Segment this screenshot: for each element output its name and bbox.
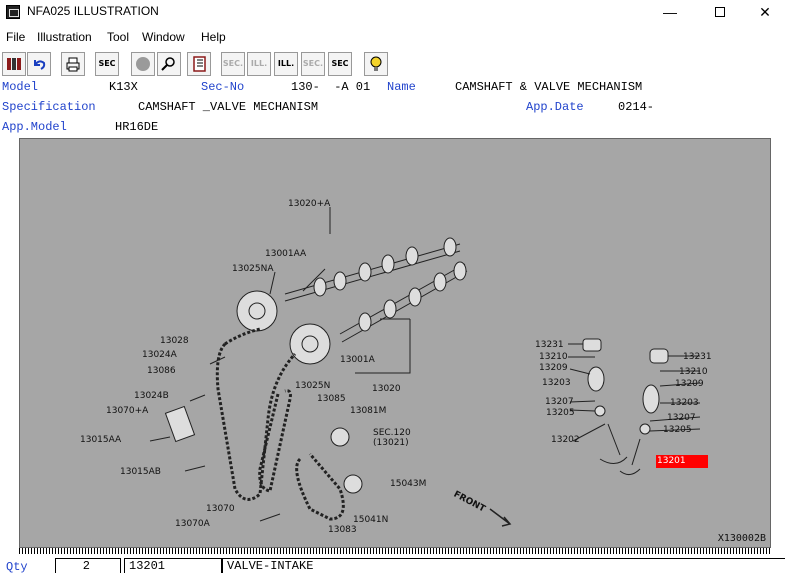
label-13209-left[interactable]: 13209	[539, 363, 568, 373]
label-13025N[interactable]: 13025N	[295, 381, 330, 391]
label-13024A[interactable]: 13024A	[142, 350, 177, 360]
label-13205-left[interactable]: 13205	[546, 408, 575, 418]
prev-section-button[interactable]: SEC.	[221, 52, 245, 76]
label-13001A[interactable]: 13001A	[340, 355, 375, 365]
label-13207-right[interactable]: 13207	[667, 413, 696, 423]
next-section-button[interactable]: SEC.	[301, 52, 325, 76]
label-13201-selected[interactable]: 13201	[656, 455, 708, 468]
section-button[interactable]: SEC	[95, 52, 119, 76]
label-13028[interactable]: 13028	[160, 336, 189, 346]
parts-book-button[interactable]	[2, 52, 26, 76]
appdate-value: 0214-	[618, 100, 655, 114]
label-13231-right[interactable]: 13231	[683, 352, 712, 362]
spec-value: CAMSHAFT _VALVE MECHANISM	[138, 100, 319, 114]
label-13021: (13021)	[373, 438, 409, 448]
maximize-button[interactable]	[697, 0, 743, 24]
menu-tool[interactable]: Tool	[107, 30, 129, 44]
prev-illustration-button[interactable]: ILL.	[247, 52, 271, 76]
panel-divider[interactable]	[19, 548, 771, 554]
toolbar: SEC SEC. ILL. ILL. SEC. SEC	[0, 50, 785, 78]
menu-file[interactable]: File	[6, 30, 25, 44]
label-13202[interactable]: 13202	[551, 435, 580, 445]
part-number-field[interactable]: 13201	[124, 558, 222, 573]
undo-button[interactable]	[27, 52, 51, 76]
hint-button[interactable]	[364, 52, 388, 76]
magnifier-icon	[161, 57, 175, 71]
label-13015AB[interactable]: 13015AB	[120, 467, 161, 477]
label-13209-right[interactable]: 13209	[675, 379, 704, 389]
part-name-field[interactable]: VALVE-INTAKE	[222, 558, 785, 573]
label-13025NA[interactable]: 13025NA	[232, 264, 274, 274]
minimize-button[interactable]: —	[647, 0, 693, 24]
index-button[interactable]	[187, 52, 211, 76]
label-sec120[interactable]: SEC.120	[373, 428, 411, 438]
appmodel-label: App.Model	[2, 120, 67, 134]
menu-illustration[interactable]: Illustration	[37, 30, 92, 44]
search-button[interactable]	[157, 52, 181, 76]
label-13086[interactable]: 13086	[147, 366, 176, 376]
printer-icon	[66, 57, 80, 72]
label-13203-right[interactable]: 13203	[670, 398, 699, 408]
menu-help[interactable]: Help	[201, 30, 226, 44]
model-value: K13X	[109, 80, 138, 94]
circle-icon	[136, 57, 150, 71]
maximize-icon	[715, 7, 725, 17]
section-jump-button[interactable]: SEC	[328, 52, 352, 76]
app-icon	[6, 5, 20, 19]
qty-field[interactable]: 2	[55, 558, 121, 573]
name-value: CAMSHAFT & VALVE MECHANISM	[455, 80, 643, 94]
secno-label: Sec-No	[201, 80, 245, 94]
next-illustration-button[interactable]: ILL.	[274, 52, 298, 76]
book-icon	[193, 56, 206, 72]
title-bar: NFA025 ILLUSTRATION — ✕	[0, 0, 785, 24]
label-13020A[interactable]: 13020+A	[288, 199, 330, 209]
label-13001AA[interactable]: 13001AA	[265, 249, 306, 259]
menu-window[interactable]: Window	[142, 30, 185, 44]
label-13070A[interactable]: 13070+A	[106, 406, 148, 416]
label-13203-left[interactable]: 13203	[542, 378, 571, 388]
undo-icon	[34, 60, 46, 70]
appmodel-value: HR16DE	[115, 120, 159, 134]
spec-label: Specification	[2, 100, 96, 114]
label-13024B[interactable]: 13024B	[134, 391, 169, 401]
close-button[interactable]: ✕	[742, 0, 785, 24]
label-13020[interactable]: 13020	[372, 384, 401, 394]
print-button[interactable]	[61, 52, 85, 76]
label-13210-left[interactable]: 13210	[539, 352, 568, 362]
secno-value: 130- -A 01	[291, 80, 371, 94]
label-13070A-bottom[interactable]: 13070A	[175, 519, 210, 529]
label-13207-left[interactable]: 13207	[545, 397, 574, 407]
label-13015AA[interactable]: 13015AA	[80, 435, 121, 445]
name-label: Name	[387, 80, 416, 94]
label-13205-right[interactable]: 13205	[663, 425, 692, 435]
window-title: NFA025 ILLUSTRATION	[27, 4, 159, 18]
menu-bar: File Illustration Tool Window Help	[0, 27, 785, 45]
label-13210-right[interactable]: 13210	[679, 367, 708, 377]
label-13231-left[interactable]: 13231	[535, 340, 564, 350]
books-icon	[7, 58, 21, 70]
label-13085[interactable]: 13085	[317, 394, 346, 404]
qty-label: Qty	[6, 560, 28, 573]
record-button[interactable]	[131, 52, 155, 76]
illustration-code: X130002B	[717, 533, 766, 544]
appdate-label: App.Date	[526, 100, 584, 114]
label-13070[interactable]: 13070	[206, 504, 235, 514]
label-15043M[interactable]: 15043M	[390, 479, 426, 489]
model-label: Model	[2, 80, 39, 94]
label-13081M[interactable]: 13081M	[350, 406, 386, 416]
label-15041N[interactable]: 15041N	[353, 515, 388, 525]
label-13083[interactable]: 13083	[328, 525, 357, 535]
lightbulb-icon	[370, 56, 382, 71]
illustration-panel[interactable]: 13020+A 13001AA 13025NA 13028 13024A 130…	[19, 138, 771, 548]
